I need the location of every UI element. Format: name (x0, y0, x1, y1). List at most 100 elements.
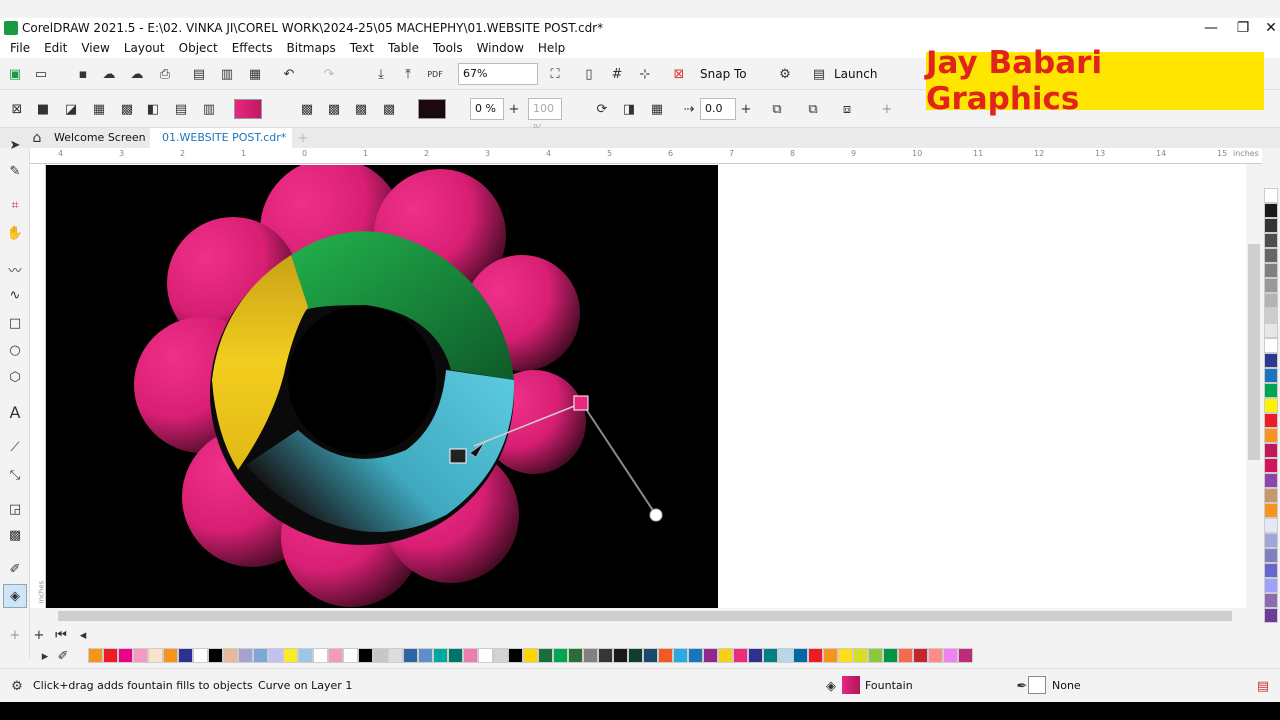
palette-swatch[interactable] (658, 648, 673, 663)
menu-edit[interactable]: Edit (44, 41, 67, 55)
palette-swatch[interactable] (523, 648, 538, 663)
drop-shadow-icon[interactable]: ◲ (6, 500, 24, 518)
fountain-fill-icon[interactable]: ◪ (62, 100, 80, 118)
palette-swatch[interactable] (1264, 503, 1278, 518)
cloud-download-icon[interactable]: ☁ (100, 65, 118, 83)
dimension-tool-icon[interactable]: ⟋ (6, 438, 24, 456)
palette-swatch[interactable] (898, 648, 913, 663)
smooth-blend-icon[interactable]: ▦ (648, 100, 666, 118)
menu-effects[interactable]: Effects (232, 41, 273, 55)
eyedropper-icon[interactable]: ✐ (6, 560, 24, 578)
palette-swatch[interactable] (1264, 458, 1278, 473)
pan-tool-icon[interactable]: ✋ (6, 224, 24, 242)
palette-swatch[interactable] (1264, 413, 1278, 428)
palette-swatch[interactable] (838, 648, 853, 663)
palette-swatch[interactable] (1264, 218, 1278, 233)
palette-swatch[interactable] (1264, 263, 1278, 278)
launch-dropdown[interactable]: Launch (834, 67, 877, 81)
undo-icon[interactable]: ↶ (280, 65, 298, 83)
shape-tool-icon[interactable]: ✎ (6, 162, 24, 180)
tab-welcome-screen[interactable]: Welcome Screen (54, 131, 146, 144)
palette-swatch[interactable] (1264, 473, 1278, 488)
palette-swatch[interactable] (103, 648, 118, 663)
vertical-scrollbar[interactable] (1246, 164, 1262, 608)
palette-swatch[interactable] (628, 648, 643, 663)
no-transparency-icon[interactable]: ⊠ (8, 100, 26, 118)
fill-angle-handle[interactable] (649, 508, 663, 522)
free-scale-icon[interactable]: ⧉ (768, 100, 786, 118)
palette-swatch[interactable] (1264, 428, 1278, 443)
palette-swatch[interactable] (118, 648, 133, 663)
menu-table[interactable]: Table (388, 41, 419, 55)
menu-file[interactable]: File (10, 41, 30, 55)
palette-swatch[interactable] (598, 648, 613, 663)
menu-help[interactable]: Help (538, 41, 565, 55)
open-folder-icon[interactable]: ▭ (32, 65, 50, 83)
palette-swatch[interactable] (928, 648, 943, 663)
palette-swatch[interactable] (223, 648, 238, 663)
minimize-button[interactable]: — (1196, 18, 1226, 38)
menu-bitmaps[interactable]: Bitmaps (287, 41, 336, 55)
show-guidelines-icon[interactable]: ⊹ (636, 65, 654, 83)
freehand-tool-icon[interactable]: 〰 (6, 260, 24, 279)
options-gear-icon[interactable]: ⚙ (776, 65, 794, 83)
offset-increment-icon[interactable]: + (737, 100, 755, 118)
palette-swatch[interactable] (1264, 533, 1278, 548)
palette-swatch[interactable] (538, 648, 553, 663)
palette-swatch[interactable] (478, 648, 493, 663)
palette-swatch[interactable] (238, 648, 253, 663)
reverse-fill-icon[interactable]: ⟳ (593, 100, 611, 118)
palette-swatch[interactable] (358, 648, 373, 663)
palette-swatch[interactable] (508, 648, 523, 663)
redo-icon[interactable]: ↷ (320, 65, 338, 83)
full-screen-icon[interactable]: ⛶ (546, 65, 564, 83)
palette-swatch[interactable] (1264, 398, 1278, 413)
document-page[interactable] (46, 165, 718, 608)
two-color-pattern-icon[interactable]: ◧ (144, 100, 162, 118)
snap-to-dropdown[interactable]: Snap To (700, 67, 747, 81)
horizontal-scrollbar[interactable] (46, 608, 1246, 624)
add-page-icon[interactable]: + (30, 626, 48, 644)
color-management-icon[interactable]: ▤ (1254, 677, 1272, 695)
palette-swatch[interactable] (1264, 323, 1278, 338)
cut-icon[interactable]: ▤ (190, 65, 208, 83)
palette-swatch[interactable] (1264, 593, 1278, 608)
palette-swatch[interactable] (673, 648, 688, 663)
node-transparency-field[interactable]: 0 % (470, 98, 504, 120)
new-tab-icon[interactable]: + (294, 129, 312, 147)
palette-swatch[interactable] (613, 648, 628, 663)
snap-off-icon[interactable]: ⊠ (670, 65, 688, 83)
palette-swatch[interactable] (553, 648, 568, 663)
save-icon[interactable]: ▪ (74, 65, 92, 83)
uniform-fill-icon[interactable]: ■ (34, 100, 52, 118)
menu-layout[interactable]: Layout (124, 41, 165, 55)
menu-object[interactable]: Object (179, 41, 218, 55)
horizontal-scroll-thumb[interactable] (58, 611, 1232, 621)
palette-swatch[interactable] (1264, 233, 1278, 248)
palette-swatch[interactable] (958, 648, 973, 663)
palette-swatch[interactable] (1264, 608, 1278, 623)
palette-swatch[interactable] (913, 648, 928, 663)
palette-swatch[interactable] (1264, 203, 1278, 218)
palette-swatch[interactable] (1264, 368, 1278, 383)
edit-fill-icon[interactable]: ⧈ (838, 100, 856, 118)
artistic-media-icon[interactable]: ∿ (6, 286, 24, 304)
palette-swatch[interactable] (1264, 248, 1278, 263)
palette-swatch[interactable] (253, 648, 268, 663)
palette-swatch[interactable] (178, 648, 193, 663)
conical-fountain-icon[interactable]: ▩ (352, 100, 370, 118)
palette-swatch[interactable] (703, 648, 718, 663)
palette-swatch[interactable] (463, 648, 478, 663)
copy-icon[interactable]: ▥ (218, 65, 236, 83)
vector-pattern-icon[interactable]: ▦ (90, 100, 108, 118)
offset-field[interactable]: 0.0 (700, 98, 736, 120)
transparency-tool-icon[interactable]: ▩ (6, 526, 24, 544)
paste-icon[interactable]: ▦ (246, 65, 264, 83)
palette-swatch[interactable] (823, 648, 838, 663)
palette-swatch[interactable] (1264, 293, 1278, 308)
palette-swatch[interactable] (403, 648, 418, 663)
add-plus-icon[interactable]: + (878, 100, 896, 118)
palette-swatch[interactable] (373, 648, 388, 663)
palette-swatch[interactable] (133, 648, 148, 663)
palette-swatch[interactable] (1264, 353, 1278, 368)
